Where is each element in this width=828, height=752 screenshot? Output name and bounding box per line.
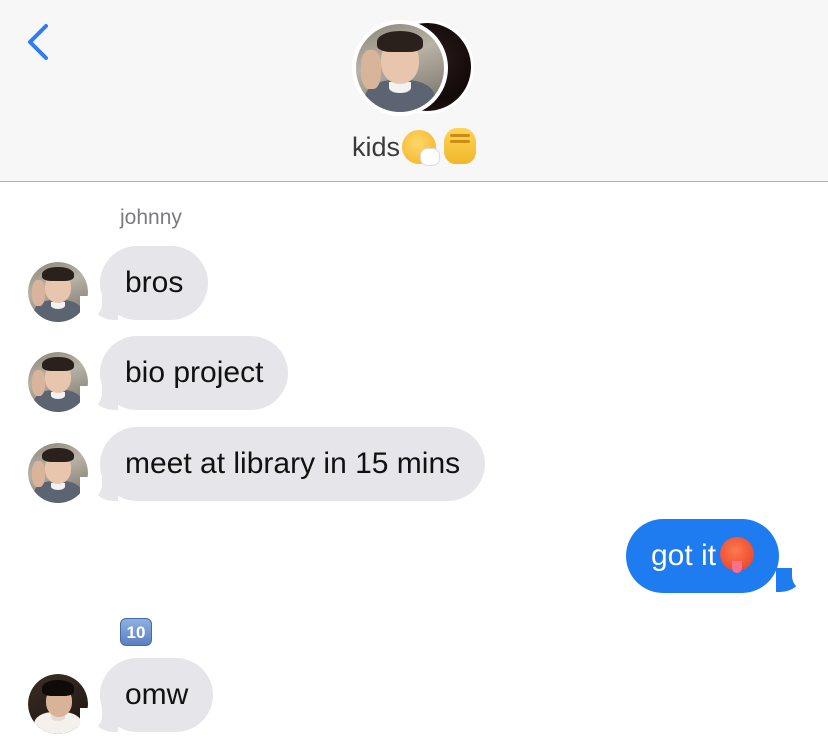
avatar[interactable] bbox=[28, 352, 88, 412]
message-bubble-outgoing[interactable]: got it bbox=[626, 519, 780, 593]
message-text: got it bbox=[651, 539, 717, 572]
sender-name: johnny bbox=[120, 206, 182, 229]
raised-fist-emoji-icon bbox=[444, 128, 476, 164]
avatar[interactable] bbox=[28, 674, 88, 734]
chevron-left-icon[interactable] bbox=[22, 20, 56, 64]
group-name-text: kids bbox=[351, 132, 400, 162]
message-bubble-incoming[interactable]: bio project bbox=[100, 336, 289, 410]
message-bubble-incoming[interactable]: meet at library in 15 mins bbox=[100, 427, 486, 501]
sneezing-face-emoji-icon bbox=[402, 130, 440, 166]
bubble-tail bbox=[776, 568, 814, 592]
conversation-header: kids bbox=[0, 0, 828, 182]
avatar[interactable] bbox=[28, 262, 88, 322]
message-bubble-incoming[interactable]: bros bbox=[100, 246, 209, 320]
group-title[interactable]: kids bbox=[0, 128, 828, 166]
hot-face-emoji-icon bbox=[720, 537, 755, 573]
sender-badge: 10 bbox=[120, 618, 152, 646]
member-avatar-front bbox=[352, 20, 448, 116]
avatar[interactable] bbox=[28, 443, 88, 503]
message-bubble-incoming[interactable]: omw bbox=[100, 658, 214, 732]
group-avatar[interactable] bbox=[352, 18, 478, 118]
